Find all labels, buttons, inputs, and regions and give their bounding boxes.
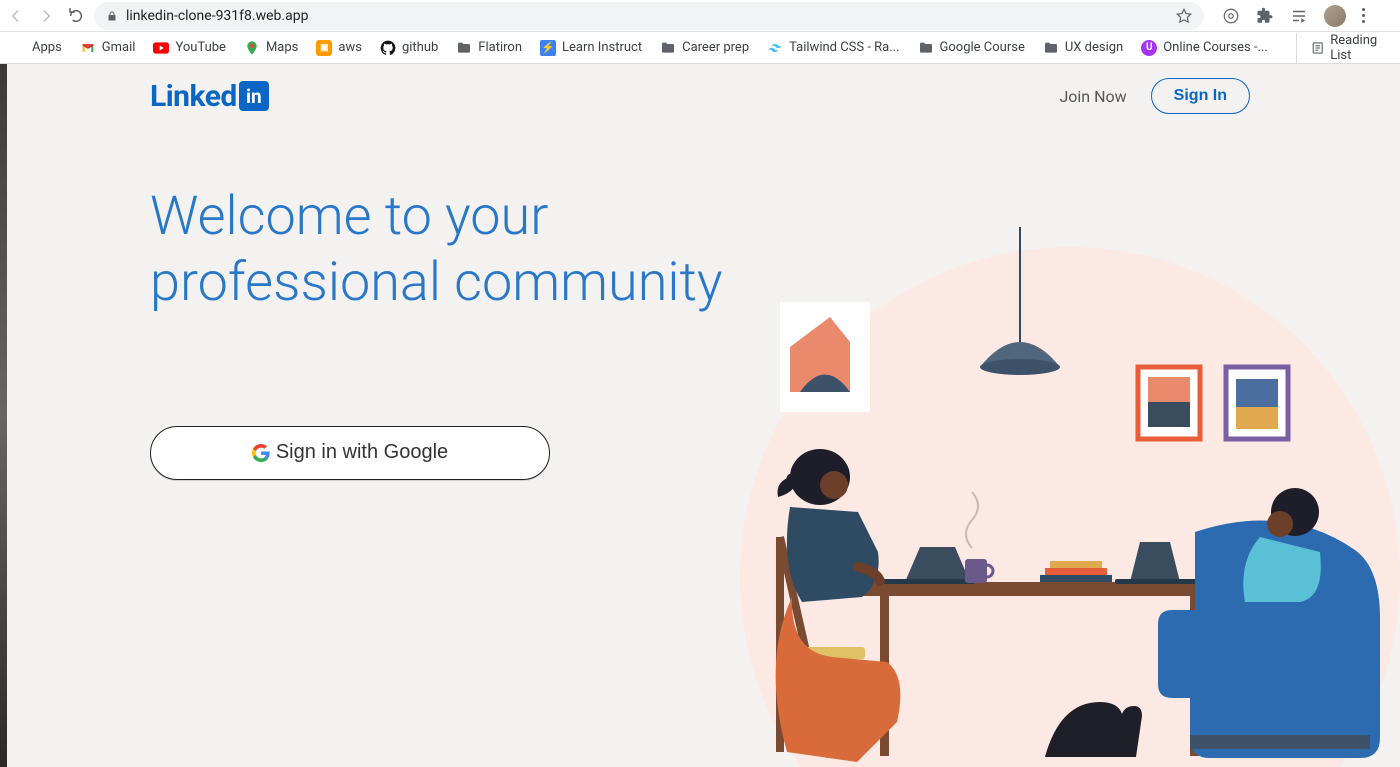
google-signin-button[interactable]: Sign in with Google <box>150 426 550 480</box>
reading-list-icon <box>1311 40 1324 56</box>
sign-in-button[interactable]: Sign In <box>1151 78 1250 114</box>
bookmark-item[interactable]: UOnline Courses -... <box>1141 40 1268 56</box>
page-viewport: Linked in Join Now Sign In Welcome to yo… <box>0 64 1400 767</box>
bookmark-item[interactable]: Google Course <box>918 40 1025 56</box>
linkedin-logo[interactable]: Linked in <box>150 79 269 114</box>
logo-box: in <box>239 81 269 111</box>
bookmark-item[interactable]: Flatiron <box>456 40 522 56</box>
browser-toolbar: linkedin-clone-931f8.web.app <box>0 0 1400 32</box>
bookmark-item[interactable]: ▣aws <box>316 40 362 56</box>
hero-headline: Welcome to your professional community <box>150 184 790 316</box>
media-control-icon[interactable] <box>1290 7 1308 25</box>
google-signin-label: Sign in with Google <box>276 441 448 464</box>
bookmark-label: UX design <box>1065 40 1123 55</box>
lock-icon <box>106 10 118 22</box>
bookmark-item[interactable]: Maps <box>244 40 298 56</box>
bookmark-label: Flatiron <box>478 40 522 55</box>
bookmark-label: Maps <box>266 40 298 55</box>
eye-extension-icon[interactable] <box>1222 7 1240 25</box>
bookmark-label: Career prep <box>682 40 749 55</box>
bookmark-label: github <box>402 40 438 55</box>
bookmark-item[interactable]: YouTube <box>153 40 226 56</box>
address-bar[interactable]: linkedin-clone-931f8.web.app <box>94 2 1204 30</box>
bookmark-label: aws <box>338 40 362 55</box>
google-icon <box>252 444 270 462</box>
reading-list-button[interactable]: Reading List <box>1296 33 1390 63</box>
chrome-menu-icon[interactable] <box>1362 8 1365 23</box>
reload-button[interactable] <box>68 8 84 24</box>
bookmark-item[interactable]: ⚡Learn Instruct <box>540 40 642 56</box>
bookmark-item[interactable]: Tailwind CSS - Ra... <box>767 40 899 56</box>
bookmark-item[interactable]: UX design <box>1043 40 1123 56</box>
bookmark-label: Tailwind CSS - Ra... <box>789 40 899 55</box>
bookmark-item[interactable]: Apps <box>10 40 62 56</box>
join-now-link[interactable]: Join Now <box>1059 87 1126 106</box>
bookmark-star-icon[interactable] <box>1176 8 1192 24</box>
bookmark-item[interactable]: Gmail <box>80 40 136 56</box>
reading-list-label: Reading List <box>1330 33 1390 63</box>
bookmark-label: YouTube <box>175 40 226 55</box>
bookmark-label: Apps <box>32 40 62 55</box>
site-header: Linked in Join Now Sign In <box>0 64 1400 114</box>
bookmarks-bar: Apps Gmail YouTube Maps ▣aws github Flatiron ⚡L… <box>0 32 1400 64</box>
bookmark-label: Gmail <box>102 40 136 55</box>
bookmark-label: Learn Instruct <box>562 40 642 55</box>
bookmark-label: Google Course <box>940 40 1025 55</box>
profile-avatar[interactable] <box>1324 5 1346 27</box>
url-text: linkedin-clone-931f8.web.app <box>126 8 1168 24</box>
extensions-icon[interactable] <box>1256 7 1274 25</box>
back-button[interactable] <box>8 8 24 24</box>
forward-button <box>38 8 54 24</box>
hero-section: Welcome to your professional community S… <box>0 114 1400 480</box>
bookmark-item[interactable]: Career prep <box>660 40 749 56</box>
bookmark-item[interactable]: github <box>380 40 438 56</box>
logo-text: Linked <box>150 79 237 114</box>
bookmark-label: Online Courses -... <box>1163 40 1268 55</box>
